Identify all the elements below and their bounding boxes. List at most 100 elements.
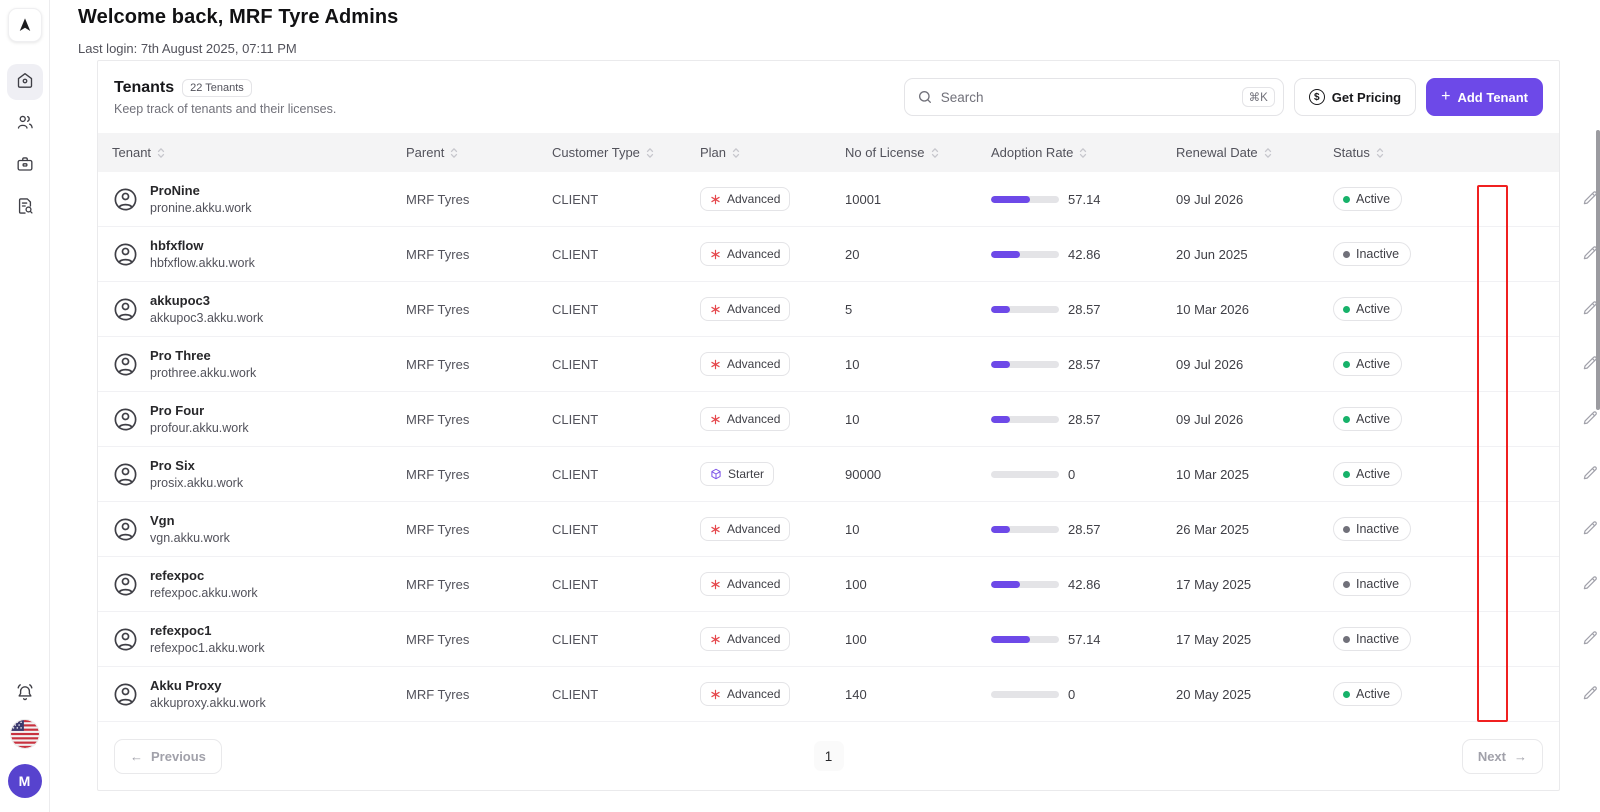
adoption-progress-bar xyxy=(991,580,1059,588)
pencil-icon xyxy=(1581,464,1599,485)
search-input[interactable] xyxy=(940,89,1234,105)
notifications-button[interactable] xyxy=(8,676,42,710)
pencil-icon xyxy=(1581,519,1599,540)
table-row[interactable]: refexpoc1 refexpoc1.akku.work MRF Tyres CLI… xyxy=(98,612,1597,667)
add-tenant-button[interactable]: + Add Tenant xyxy=(1426,78,1543,116)
status-badge: Inactive xyxy=(1333,572,1412,596)
customer-type-cell: CLIENT xyxy=(552,246,599,262)
column-header-parent[interactable]: Parent xyxy=(406,145,552,160)
table-row[interactable]: Vgn vgn.akku.work MRF Tyres CLIENT Advanced 1… xyxy=(98,502,1597,557)
sidebar-item-document-search[interactable] xyxy=(7,190,43,226)
status-dot-icon xyxy=(1343,305,1350,313)
dollar-icon: $ xyxy=(1308,89,1325,105)
plus-icon: + xyxy=(1441,88,1451,105)
customer-type-cell: CLIENT xyxy=(552,521,599,537)
asterisk-icon xyxy=(710,194,721,205)
sidebar-item-users[interactable] xyxy=(7,106,43,142)
previous-page-button[interactable]: ← Previous xyxy=(114,738,222,774)
tenant-name: akkupoc3 xyxy=(150,293,210,308)
status-badge: Active xyxy=(1333,407,1403,431)
edit-tenant-button[interactable] xyxy=(1578,572,1600,596)
table-row[interactable]: hbfxflow hbfxflow.akku.work MRF Tyres CLIEN… xyxy=(98,227,1597,282)
language-selector[interactable] xyxy=(10,720,39,748)
customer-type-cell: CLIENT xyxy=(552,631,599,647)
table-row[interactable]: Pro Six prosix.akku.work MRF Tyres CLIENT St… xyxy=(98,447,1597,502)
search-box[interactable]: ⌘K xyxy=(903,78,1284,116)
get-pricing-button[interactable]: $ Get Pricing xyxy=(1293,78,1417,116)
table-row[interactable]: Pro Three prothree.akku.work MRF Tyres CLIE… xyxy=(98,337,1597,392)
sort-icon[interactable] xyxy=(646,146,654,160)
status-dot-icon xyxy=(1343,415,1350,423)
license-count-cell: 10 xyxy=(845,521,860,537)
column-header-tenant[interactable]: Tenant xyxy=(98,145,406,160)
license-count-cell: 140 xyxy=(845,686,867,702)
adoption-rate-cell: 57.14 xyxy=(991,632,1176,647)
sort-icon[interactable] xyxy=(1079,146,1087,160)
license-count-cell: 90000 xyxy=(845,466,882,482)
renewal-date-cell: 09 Jul 2026 xyxy=(1176,411,1244,427)
edit-tenant-button[interactable] xyxy=(1578,407,1600,431)
page-title: Welcome back, MRF Tyre Admins xyxy=(78,6,399,28)
last-login-text: Last login: 7th August 2025, 07:11 PM xyxy=(78,41,297,56)
status-dot-icon xyxy=(1343,195,1350,203)
license-count-cell: 20 xyxy=(845,246,860,262)
table-row[interactable]: akkupoc3 akkupoc3.akku.work MRF Tyres CLIEN… xyxy=(98,282,1597,337)
parent-cell: MRF Tyres xyxy=(406,191,470,207)
sidebar-item-briefcase[interactable] xyxy=(7,148,43,184)
tenant-domain: vgn.akku.work xyxy=(150,531,230,545)
sort-icon[interactable] xyxy=(931,146,939,160)
sort-icon[interactable] xyxy=(450,146,458,160)
app-logo[interactable] xyxy=(7,8,42,42)
edit-tenant-button[interactable] xyxy=(1578,682,1600,706)
column-header-renewal[interactable]: Renewal Date xyxy=(1176,145,1333,160)
tenant-domain: akkupoc3.akku.work xyxy=(150,311,264,325)
table-row[interactable]: refexpoc refexpoc.akku.work MRF Tyres CLIEN… xyxy=(98,557,1597,612)
sidebar-item-home[interactable] xyxy=(6,64,43,100)
tenants-card: Tenants 22 Tenants Keep track of tenants… xyxy=(97,60,1597,791)
adoption-progress-bar xyxy=(991,415,1059,423)
column-header-adoption[interactable]: Adoption Rate xyxy=(991,145,1176,160)
current-page-indicator[interactable]: 1 xyxy=(813,741,844,771)
table-row[interactable]: Akku Proxy akkuproxy.akku.work MRF Tyres CL… xyxy=(98,667,1597,722)
adoption-progress-bar xyxy=(991,250,1059,258)
column-header-status[interactable]: Status xyxy=(1333,145,1453,160)
adoption-rate-cell: 28.57 xyxy=(991,412,1176,427)
edit-tenant-button[interactable] xyxy=(1578,462,1600,486)
adoption-rate-cell: 42.86 xyxy=(991,577,1176,592)
vertical-scrollbar[interactable] xyxy=(1596,130,1600,410)
next-page-button[interactable]: Next → xyxy=(1461,738,1543,774)
pencil-icon xyxy=(1581,629,1599,650)
adoption-progress-bar xyxy=(991,305,1059,313)
sort-icon[interactable] xyxy=(157,146,165,160)
plan-badge: Advanced xyxy=(700,517,791,541)
table-row[interactable]: ProNine pronine.akku.work MRF Tyres CLIENT A… xyxy=(98,172,1597,227)
status-badge: Active xyxy=(1333,297,1403,321)
adoption-value: 42.86 xyxy=(1068,576,1101,592)
tenant-name: Pro Four xyxy=(150,403,205,418)
tenant-domain: akkuproxy.akku.work xyxy=(150,696,266,710)
column-header-customer_type[interactable]: Customer Type xyxy=(552,145,700,160)
edit-tenant-button[interactable] xyxy=(1578,517,1600,541)
table-row[interactable]: Pro Four profour.akku.work MRF Tyres CLIENT… xyxy=(98,392,1597,447)
status-dot-icon xyxy=(1343,360,1350,368)
sort-icon[interactable] xyxy=(732,146,740,160)
renewal-date-cell: 20 Jun 2025 xyxy=(1176,246,1248,262)
user-avatar[interactable]: M xyxy=(7,764,42,798)
tenant-domain: prothree.akku.work xyxy=(150,366,257,380)
license-count-cell: 10001 xyxy=(845,191,882,207)
tenant-count-badge: 22 Tenants xyxy=(182,78,252,97)
arrow-left-icon: ← xyxy=(130,748,143,764)
status-dot-icon xyxy=(1343,525,1350,533)
column-header-plan[interactable]: Plan xyxy=(700,145,845,160)
license-count-cell: 100 xyxy=(845,631,867,647)
parent-cell: MRF Tyres xyxy=(406,356,470,372)
column-header-licenses[interactable]: No of License xyxy=(845,145,991,160)
status-badge: Active xyxy=(1333,682,1403,706)
parent-cell: MRF Tyres xyxy=(406,631,470,647)
section-title: Tenants xyxy=(114,78,175,96)
sort-icon[interactable] xyxy=(1376,146,1384,160)
renewal-date-cell: 09 Jul 2026 xyxy=(1176,191,1244,207)
adoption-value: 28.57 xyxy=(1068,521,1101,537)
edit-tenant-button[interactable] xyxy=(1578,627,1600,651)
sort-icon[interactable] xyxy=(1264,146,1272,160)
